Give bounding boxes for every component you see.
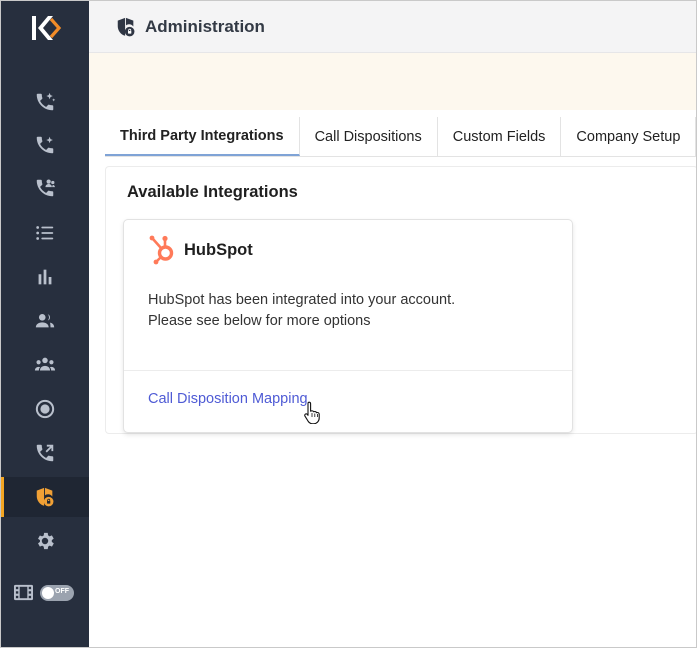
nav-administration[interactable] [1,477,89,517]
card-header: HubSpot [148,234,253,266]
user-group-icon [35,314,55,328]
nav-phone-users[interactable] [1,168,89,208]
shield-lock-icon [36,487,54,507]
tab-company-setup[interactable]: Company Setup [561,117,696,156]
toggle-knob [42,586,54,599]
list-icon [36,226,54,240]
phone-users-icon [36,179,55,197]
nav-phone-plus[interactable] [1,125,89,165]
phone-transfer-icon [36,444,54,462]
hubspot-card: HubSpot HubSpot has been integrated into… [123,219,573,433]
notice-banner [89,53,696,110]
integration-name: HubSpot [184,240,253,259]
film-icon [14,584,33,601]
nav-record[interactable] [1,389,89,429]
call-disposition-mapping-link[interactable]: Call Disposition Mapping [148,391,308,407]
hubspot-logo-icon [149,235,174,265]
nav-phone-transfer[interactable] [1,433,89,473]
main-content: Administration Third Party Integrations … [89,1,696,647]
tab-call-dispositions[interactable]: Call Dispositions [300,117,438,156]
app-logo[interactable] [29,13,63,43]
gear-icon [38,532,54,550]
description-line-2: Please see below for more options [148,313,371,329]
toggle-label: OFF [55,587,69,595]
integration-description: HubSpot has been integrated into your ac… [148,290,455,332]
card-divider [124,370,572,371]
nav-team[interactable] [1,345,89,385]
admin-tabs: Third Party Integrations Call Dispositio… [105,117,696,157]
phone-sparkle-icon [36,92,56,111]
nav-settings[interactable] [1,521,89,561]
nav-phone-sparkle[interactable] [1,82,89,122]
feature-toggle-row: OFF [13,583,74,602]
nav-list[interactable] [1,213,89,253]
section-title: Available Integrations [127,183,298,201]
shield-lock-icon [117,17,135,36]
record-icon [35,399,55,419]
hand-cursor-icon [304,401,320,424]
page-title: Administration [145,16,265,36]
app-window: OFF Administration Third Party Integrati… [0,0,697,648]
sidebar: OFF [1,1,89,647]
tab-third-party-integrations[interactable]: Third Party Integrations [105,117,300,156]
nav-user-group[interactable] [1,301,89,341]
off-toggle[interactable]: OFF [40,584,74,601]
bar-chart-icon [38,269,52,285]
description-line-1: HubSpot has been integrated into your ac… [148,292,456,308]
nav-bar-chart[interactable] [1,257,89,297]
header-bar: Administration [89,1,696,53]
integrations-panel: Available Integrations HubSpot HubSpot h… [105,166,696,434]
team-icon [34,357,56,371]
tab-custom-fields[interactable]: Custom Fields [438,117,562,156]
phone-plus-icon [36,136,54,154]
